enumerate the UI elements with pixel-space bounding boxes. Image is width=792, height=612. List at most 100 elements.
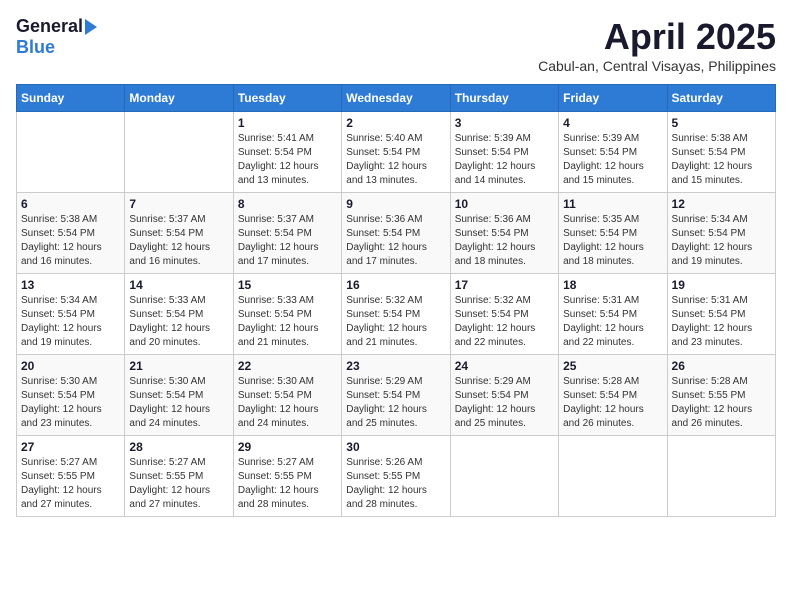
day-number: 11 xyxy=(563,197,662,211)
day-number: 13 xyxy=(21,278,120,292)
day-info: Sunrise: 5:29 AMSunset: 5:54 PMDaylight:… xyxy=(455,375,554,431)
day-cell: 21 Sunrise: 5:30 AMSunset: 5:54 PMDaylig… xyxy=(125,355,233,436)
day-info: Sunrise: 5:31 AMSunset: 5:54 PMDaylight:… xyxy=(672,294,771,350)
day-cell: 24 Sunrise: 5:29 AMSunset: 5:54 PMDaylig… xyxy=(450,355,558,436)
week-row-4: 27 Sunrise: 5:27 AMSunset: 5:55 PMDaylig… xyxy=(17,436,776,517)
day-cell xyxy=(17,112,125,193)
day-number: 12 xyxy=(672,197,771,211)
day-number: 14 xyxy=(129,278,228,292)
day-cell: 25 Sunrise: 5:28 AMSunset: 5:54 PMDaylig… xyxy=(559,355,667,436)
day-cell: 14 Sunrise: 5:33 AMSunset: 5:54 PMDaylig… xyxy=(125,274,233,355)
day-info: Sunrise: 5:37 AMSunset: 5:54 PMDaylight:… xyxy=(129,213,228,269)
day-cell: 27 Sunrise: 5:27 AMSunset: 5:55 PMDaylig… xyxy=(17,436,125,517)
week-row-0: 1 Sunrise: 5:41 AMSunset: 5:54 PMDayligh… xyxy=(17,112,776,193)
day-info: Sunrise: 5:41 AMSunset: 5:54 PMDaylight:… xyxy=(238,132,337,188)
col-header-sunday: Sunday xyxy=(17,85,125,112)
week-row-3: 20 Sunrise: 5:30 AMSunset: 5:54 PMDaylig… xyxy=(17,355,776,436)
week-row-1: 6 Sunrise: 5:38 AMSunset: 5:54 PMDayligh… xyxy=(17,193,776,274)
logo-general-text: General xyxy=(16,16,83,37)
calendar-table: SundayMondayTuesdayWednesdayThursdayFrid… xyxy=(16,84,776,517)
day-info: Sunrise: 5:39 AMSunset: 5:54 PMDaylight:… xyxy=(563,132,662,188)
day-info: Sunrise: 5:27 AMSunset: 5:55 PMDaylight:… xyxy=(21,456,120,512)
header: General Blue April 2025 Cabul-an, Centra… xyxy=(16,16,776,74)
day-number: 10 xyxy=(455,197,554,211)
col-header-thursday: Thursday xyxy=(450,85,558,112)
day-number: 30 xyxy=(346,440,445,454)
day-cell: 4 Sunrise: 5:39 AMSunset: 5:54 PMDayligh… xyxy=(559,112,667,193)
day-info: Sunrise: 5:37 AMSunset: 5:54 PMDaylight:… xyxy=(238,213,337,269)
day-cell: 3 Sunrise: 5:39 AMSunset: 5:54 PMDayligh… xyxy=(450,112,558,193)
day-number: 19 xyxy=(672,278,771,292)
day-number: 6 xyxy=(21,197,120,211)
day-number: 18 xyxy=(563,278,662,292)
col-header-wednesday: Wednesday xyxy=(342,85,450,112)
day-info: Sunrise: 5:33 AMSunset: 5:54 PMDaylight:… xyxy=(238,294,337,350)
col-header-tuesday: Tuesday xyxy=(233,85,341,112)
day-info: Sunrise: 5:28 AMSunset: 5:55 PMDaylight:… xyxy=(672,375,771,431)
day-cell xyxy=(125,112,233,193)
day-info: Sunrise: 5:29 AMSunset: 5:54 PMDaylight:… xyxy=(346,375,445,431)
day-cell: 8 Sunrise: 5:37 AMSunset: 5:54 PMDayligh… xyxy=(233,193,341,274)
day-number: 26 xyxy=(672,359,771,373)
day-number: 8 xyxy=(238,197,337,211)
day-number: 22 xyxy=(238,359,337,373)
day-info: Sunrise: 5:30 AMSunset: 5:54 PMDaylight:… xyxy=(129,375,228,431)
day-cell: 11 Sunrise: 5:35 AMSunset: 5:54 PMDaylig… xyxy=(559,193,667,274)
day-info: Sunrise: 5:30 AMSunset: 5:54 PMDaylight:… xyxy=(238,375,337,431)
logo: General Blue xyxy=(16,16,97,58)
day-info: Sunrise: 5:30 AMSunset: 5:54 PMDaylight:… xyxy=(21,375,120,431)
day-cell: 10 Sunrise: 5:36 AMSunset: 5:54 PMDaylig… xyxy=(450,193,558,274)
day-number: 2 xyxy=(346,116,445,130)
day-info: Sunrise: 5:36 AMSunset: 5:54 PMDaylight:… xyxy=(455,213,554,269)
day-cell: 22 Sunrise: 5:30 AMSunset: 5:54 PMDaylig… xyxy=(233,355,341,436)
day-cell: 7 Sunrise: 5:37 AMSunset: 5:54 PMDayligh… xyxy=(125,193,233,274)
day-cell: 13 Sunrise: 5:34 AMSunset: 5:54 PMDaylig… xyxy=(17,274,125,355)
day-number: 23 xyxy=(346,359,445,373)
day-number: 15 xyxy=(238,278,337,292)
day-cell: 19 Sunrise: 5:31 AMSunset: 5:54 PMDaylig… xyxy=(667,274,775,355)
col-header-saturday: Saturday xyxy=(667,85,775,112)
day-info: Sunrise: 5:36 AMSunset: 5:54 PMDaylight:… xyxy=(346,213,445,269)
day-cell: 9 Sunrise: 5:36 AMSunset: 5:54 PMDayligh… xyxy=(342,193,450,274)
calendar-header-row: SundayMondayTuesdayWednesdayThursdayFrid… xyxy=(17,85,776,112)
day-number: 24 xyxy=(455,359,554,373)
day-number: 17 xyxy=(455,278,554,292)
day-cell: 23 Sunrise: 5:29 AMSunset: 5:54 PMDaylig… xyxy=(342,355,450,436)
day-cell: 26 Sunrise: 5:28 AMSunset: 5:55 PMDaylig… xyxy=(667,355,775,436)
day-info: Sunrise: 5:27 AMSunset: 5:55 PMDaylight:… xyxy=(238,456,337,512)
col-header-friday: Friday xyxy=(559,85,667,112)
day-info: Sunrise: 5:26 AMSunset: 5:55 PMDaylight:… xyxy=(346,456,445,512)
day-cell: 1 Sunrise: 5:41 AMSunset: 5:54 PMDayligh… xyxy=(233,112,341,193)
day-info: Sunrise: 5:34 AMSunset: 5:54 PMDaylight:… xyxy=(21,294,120,350)
week-row-2: 13 Sunrise: 5:34 AMSunset: 5:54 PMDaylig… xyxy=(17,274,776,355)
day-info: Sunrise: 5:33 AMSunset: 5:54 PMDaylight:… xyxy=(129,294,228,350)
day-cell: 30 Sunrise: 5:26 AMSunset: 5:55 PMDaylig… xyxy=(342,436,450,517)
day-info: Sunrise: 5:28 AMSunset: 5:54 PMDaylight:… xyxy=(563,375,662,431)
day-info: Sunrise: 5:32 AMSunset: 5:54 PMDaylight:… xyxy=(455,294,554,350)
logo-arrow-icon xyxy=(85,19,97,35)
day-cell: 28 Sunrise: 5:27 AMSunset: 5:55 PMDaylig… xyxy=(125,436,233,517)
day-number: 3 xyxy=(455,116,554,130)
day-number: 1 xyxy=(238,116,337,130)
day-info: Sunrise: 5:38 AMSunset: 5:54 PMDaylight:… xyxy=(21,213,120,269)
day-info: Sunrise: 5:40 AMSunset: 5:54 PMDaylight:… xyxy=(346,132,445,188)
day-number: 25 xyxy=(563,359,662,373)
day-cell: 2 Sunrise: 5:40 AMSunset: 5:54 PMDayligh… xyxy=(342,112,450,193)
day-info: Sunrise: 5:38 AMSunset: 5:54 PMDaylight:… xyxy=(672,132,771,188)
day-number: 20 xyxy=(21,359,120,373)
day-cell xyxy=(667,436,775,517)
month-title: April 2025 xyxy=(538,16,776,58)
day-info: Sunrise: 5:32 AMSunset: 5:54 PMDaylight:… xyxy=(346,294,445,350)
day-info: Sunrise: 5:34 AMSunset: 5:54 PMDaylight:… xyxy=(672,213,771,269)
day-info: Sunrise: 5:31 AMSunset: 5:54 PMDaylight:… xyxy=(563,294,662,350)
day-info: Sunrise: 5:27 AMSunset: 5:55 PMDaylight:… xyxy=(129,456,228,512)
col-header-monday: Monday xyxy=(125,85,233,112)
day-cell: 6 Sunrise: 5:38 AMSunset: 5:54 PMDayligh… xyxy=(17,193,125,274)
day-number: 27 xyxy=(21,440,120,454)
day-cell: 17 Sunrise: 5:32 AMSunset: 5:54 PMDaylig… xyxy=(450,274,558,355)
day-number: 9 xyxy=(346,197,445,211)
location-title: Cabul-an, Central Visayas, Philippines xyxy=(538,58,776,74)
day-number: 7 xyxy=(129,197,228,211)
logo-blue-text: Blue xyxy=(16,37,55,58)
day-cell: 29 Sunrise: 5:27 AMSunset: 5:55 PMDaylig… xyxy=(233,436,341,517)
